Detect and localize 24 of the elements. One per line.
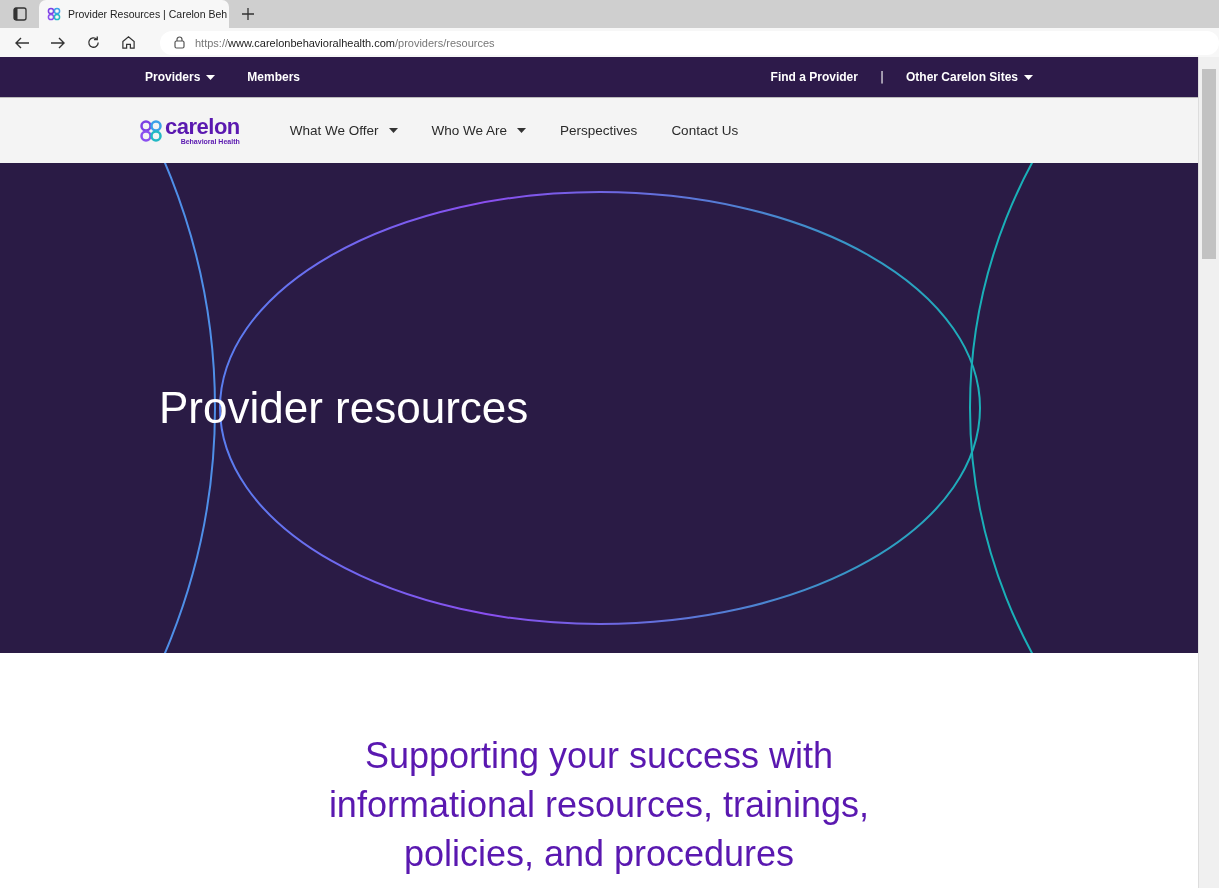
separator: | xyxy=(879,70,884,84)
intro-heading: Supporting your success with informational resources, trainings, policies, and procedures xyxy=(327,734,871,876)
tab-title: Provider Resources | Carelon Beh xyxy=(68,8,228,20)
address-bar[interactable]: https://www.carelonbehavioralhealth.com/providers/resources xyxy=(160,30,1219,55)
browser-tab[interactable]: Provider Resources | Carelon Beh xyxy=(39,0,229,28)
new-tab-icon[interactable] xyxy=(241,7,255,21)
utility-link[interactable]: Other Carelon Sites xyxy=(905,70,1033,84)
utility-link[interactable]: Providers xyxy=(145,70,216,84)
tab-list-icon[interactable] xyxy=(13,7,27,21)
scrollbar[interactable] xyxy=(1198,57,1219,888)
back-arrow-icon[interactable] xyxy=(14,35,30,50)
utility-link[interactable]: Members xyxy=(247,70,301,84)
logo-mark-icon xyxy=(139,118,163,143)
logo-wordmark: carelon xyxy=(165,116,240,138)
nav-link[interactable]: Perspectives xyxy=(560,123,638,138)
site-logo-icon xyxy=(47,7,61,21)
utility-link[interactable]: Find a Provider xyxy=(770,70,858,84)
reload-icon[interactable] xyxy=(86,35,101,50)
nav-link[interactable]: Who We Are xyxy=(431,123,527,138)
nav-link[interactable]: Contact Us xyxy=(671,123,739,138)
home-icon[interactable] xyxy=(121,35,136,50)
nav-link[interactable]: What We Offer xyxy=(289,123,398,138)
lock-icon xyxy=(174,36,185,49)
forward-arrow-icon[interactable] xyxy=(50,35,66,50)
